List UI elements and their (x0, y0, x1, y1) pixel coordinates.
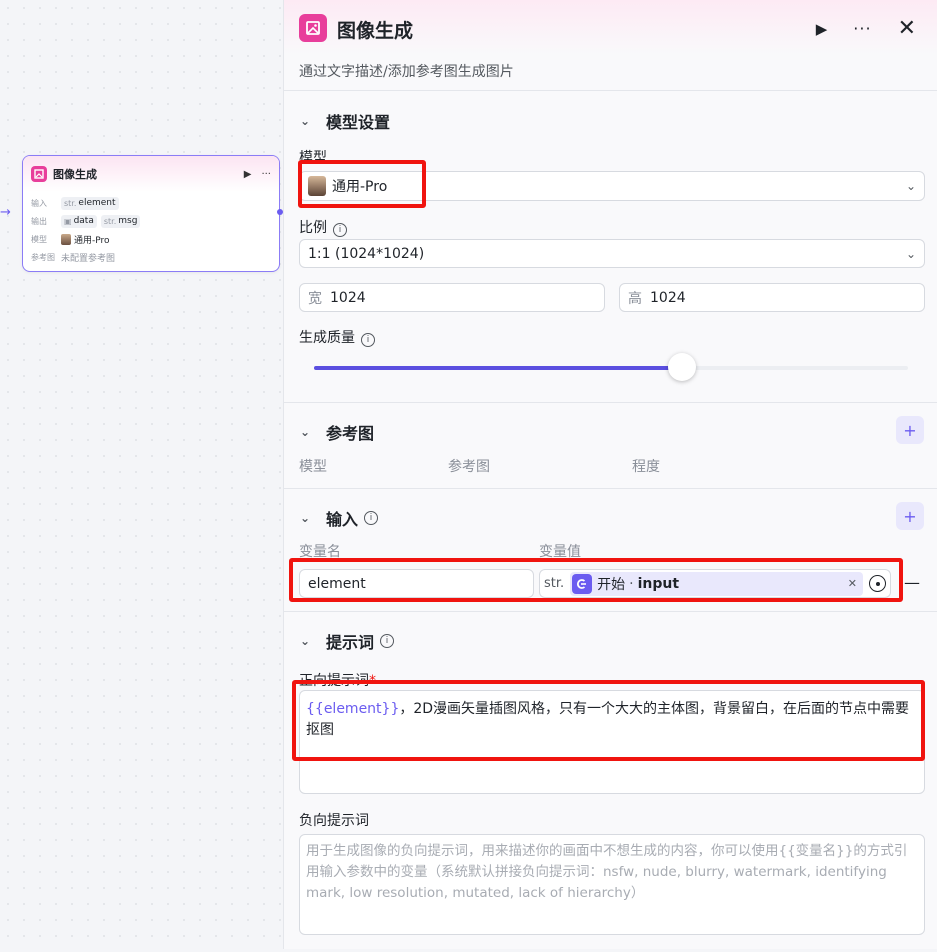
ref-col-degree: 程度 (632, 459, 660, 475)
node-ref-label: 参考图 (31, 252, 55, 262)
ref-col-image: 参考图 (448, 459, 490, 475)
ratio-select[interactable]: 1:1 (1024*1024) ⌄ (299, 239, 925, 268)
info-icon: i (364, 511, 379, 525)
node-more-icon[interactable]: ··· (261, 169, 271, 180)
model-settings-header[interactable]: ⌄ 模型设置 (284, 109, 390, 133)
quality-label: 生成质量 i (299, 327, 375, 347)
run-icon[interactable]: ▶ (816, 20, 828, 38)
chevron-down-icon: ⌄ (300, 511, 311, 525)
image-type-icon: ▣ (64, 216, 72, 226)
remove-variable-icon[interactable]: — (904, 573, 920, 592)
quality-slider-track[interactable] (314, 353, 908, 381)
input-header[interactable]: ⌄ 输入 i (284, 506, 379, 530)
model-avatar (61, 233, 71, 245)
panel-title: 图像生成 (337, 20, 414, 42)
more-icon[interactable]: ··· (853, 19, 871, 38)
node-model-value: 通用-Pro (74, 235, 110, 246)
width-input[interactable]: 宽 1024 (299, 283, 605, 312)
highlight-model (298, 160, 426, 208)
node-ref-value: 未配置参考图 (61, 253, 116, 264)
add-reference-button[interactable]: + (896, 416, 924, 444)
reference-image-section: ⌄ 参考图 + 模型 参考图 程度 (284, 403, 937, 489)
prompt-section: ⌄ 提示词 i 正向提示词* {{element}}，2D漫画矢量插图风格，只有… (284, 612, 937, 952)
node-settings-panel: 图像生成 ▶ ··· ✕ 通过文字描述/添加参考图生成图片 ⌄ 模型设置 模型 … (283, 0, 937, 949)
node-output-data-tag: ▣ data (61, 214, 97, 228)
chevron-down-icon: ⌄ (905, 246, 916, 261)
quality-slider-handle[interactable] (668, 353, 697, 381)
info-icon: i (380, 634, 395, 648)
chevron-down-icon: ⌄ (300, 114, 311, 128)
node-model-label: 模型 (31, 234, 47, 244)
close-icon[interactable]: ✕ (898, 16, 916, 41)
info-icon: i (333, 223, 347, 237)
node-input-tag: str. element (61, 196, 119, 210)
negative-prompt-textarea[interactable]: 用于生成图像的负向提示词，用来描述你的画面中不想生成的内容，你可以使用{{变量名… (299, 834, 925, 935)
prompt-header[interactable]: ⌄ 提示词 i (284, 629, 395, 653)
node-input-label: 输入 (31, 198, 47, 208)
ratio-label: 比例 i (299, 217, 347, 237)
workflow-canvas[interactable]: → 图像生成 ▶ ··· 输入 str. element 输出 ▣ data str… (0, 0, 283, 949)
panel-subtitle: 通过文字描述/添加参考图生成图片 (299, 64, 514, 80)
highlight-prompt (292, 680, 925, 761)
highlight-input (289, 558, 903, 602)
chevron-down-icon: ⌄ (300, 634, 311, 648)
model-settings-section: ⌄ 模型设置 模型 通用-Pro ⌄ 比例 i 1:1 (1024*1024) ⌄… (284, 91, 937, 403)
reference-header[interactable]: ⌄ 参考图 (284, 420, 374, 444)
quality-slider-fill (314, 366, 683, 370)
node-run-icon[interactable]: ▶ (244, 169, 252, 180)
image-generation-node[interactable]: 图像生成 ▶ ··· 输入 str. element 输出 ▣ data str. m… (22, 155, 280, 272)
node-title: 图像生成 (53, 168, 97, 181)
chevron-down-icon: ⌄ (300, 425, 311, 439)
info-icon: i (361, 333, 375, 347)
add-input-button[interactable]: + (896, 502, 924, 530)
image-generate-icon (31, 166, 47, 182)
chevron-down-icon: ⌄ (905, 179, 916, 193)
input-port-arrow-icon[interactable]: → (0, 205, 11, 220)
node-output-label: 输出 (31, 216, 47, 226)
height-input[interactable]: 高 1024 (619, 283, 925, 312)
ref-col-model: 模型 (299, 459, 327, 475)
negative-prompt-label: 负向提示词 (299, 813, 369, 829)
image-generate-icon (299, 14, 327, 42)
node-output-msg-tag: str. msg (100, 214, 141, 228)
